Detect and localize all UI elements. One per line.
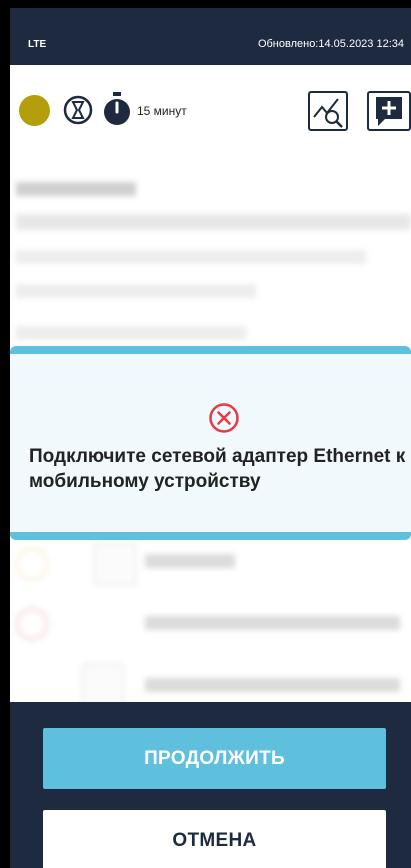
dialog-message: Подключите сетевой адаптер Ethernet к мо… <box>29 446 406 492</box>
updated-timestamp: Обновлено:14.05.2023 12:34 <box>257 38 404 50</box>
chart-search-icon <box>313 98 343 128</box>
hourglass-icon <box>63 95 93 125</box>
chart-search-button[interactable] <box>308 91 348 131</box>
status-bar: LTE Обновлено:14.05.2023 12:34 <box>10 8 411 65</box>
app-screen: LTE Обновлено:14.05.2023 12:34 15 минут <box>10 8 411 868</box>
stopwatch-icon <box>104 92 130 125</box>
carrier-label: LTE <box>28 39 47 50</box>
toolbar: 15 минут <box>10 78 411 144</box>
error-circle-icon <box>209 403 239 433</box>
add-note-button[interactable] <box>367 91 411 131</box>
continue-button[interactable]: ПРОДОЛЖИТЬ <box>43 728 386 789</box>
cancel-button[interactable]: ОТМЕНА <box>43 810 386 868</box>
add-note-icon <box>376 97 402 126</box>
action-footer: ПРОДОЛЖИТЬ ОТМЕНА <box>10 702 411 868</box>
error-dialog: Подключите сетевой адаптер Ethernet к мо… <box>10 346 411 540</box>
timer-label: 15 минут <box>137 104 187 118</box>
status-dot-icon <box>19 95 50 126</box>
